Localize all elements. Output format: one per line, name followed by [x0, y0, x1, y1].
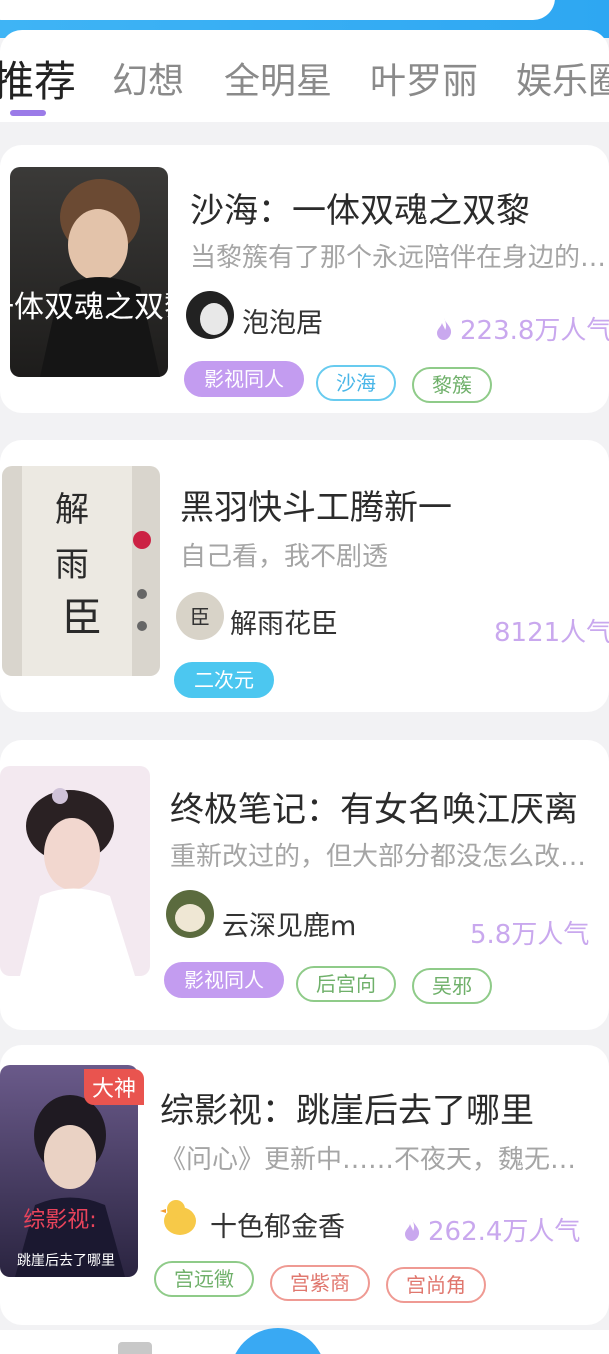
- tag[interactable]: 沙海: [316, 365, 396, 401]
- svg-text:臣: 臣: [190, 605, 210, 629]
- book-description: 当黎簇有了那个永远陪伴在身边的…: [190, 243, 607, 273]
- tag[interactable]: 影视同人: [164, 962, 284, 998]
- author-avatar[interactable]: [186, 291, 234, 339]
- book-description: 《问心》更新中……不夜天，魏无…: [160, 1145, 577, 1175]
- author-name[interactable]: 解雨花臣: [230, 602, 338, 641]
- author-avatar[interactable]: [156, 1193, 204, 1241]
- author-name[interactable]: 云深见鹿m: [222, 904, 356, 943]
- popularity-count: 8121人气: [494, 612, 609, 649]
- svg-text:综影视:: 综影视:: [23, 1208, 96, 1233]
- nav-library-icon[interactable]: [118, 1342, 152, 1354]
- tab-recommend[interactable]: 推荐: [0, 48, 76, 109]
- book-cover[interactable]: 解 雨 臣: [2, 466, 160, 676]
- popularity-text: 223.8万人气: [460, 316, 609, 346]
- author-tier-badge: 大神: [84, 1069, 145, 1105]
- svg-text:一体双魂之双黎: 一体双魂之双黎: [10, 290, 168, 325]
- popularity-count: 262.4万人气: [402, 1211, 580, 1248]
- book-title[interactable]: 终极笔记：有女名唤江厌离: [170, 782, 578, 831]
- svg-text:雨: 雨: [55, 545, 89, 585]
- category-tabbar: 推荐 幻想 全明星 叶罗丽 娱乐圈: [0, 30, 609, 122]
- fire-icon: [434, 317, 454, 341]
- author-avatar[interactable]: 臣: [176, 592, 224, 640]
- book-cover[interactable]: 一体双魂之双黎: [10, 167, 168, 377]
- author-avatar[interactable]: [166, 890, 214, 938]
- book-title[interactable]: 沙海：一体双魂之双黎: [190, 183, 530, 232]
- popularity-count: 5.8万人气: [470, 914, 589, 951]
- book-title[interactable]: 综影视：跳崖后去了哪里: [160, 1083, 534, 1132]
- book-description: 自己看，我不剧透: [180, 542, 389, 572]
- popularity-text: 262.4万人气: [428, 1217, 581, 1247]
- popularity-text: 8121人气: [494, 618, 609, 648]
- author-name[interactable]: 泡泡居: [242, 301, 323, 340]
- tab-fantasy[interactable]: 幻想: [112, 52, 184, 104]
- bottom-nav: [0, 1328, 609, 1354]
- tag[interactable]: 影视同人: [184, 361, 304, 397]
- book-card[interactable]: 综影视: 跳崖后去了哪里 大神 综影视：跳崖后去了哪里 《问心》更新中……不夜天…: [0, 1045, 609, 1325]
- book-description: 重新改过的，但大部分都没怎么改…: [170, 842, 587, 872]
- svg-text:解: 解: [55, 490, 89, 530]
- svg-text:臣: 臣: [62, 595, 102, 641]
- book-card[interactable]: 一体双魂之双黎 沙海：一体双魂之双黎 当黎簇有了那个永远陪伴在身边的… 泡泡居 …: [0, 145, 609, 413]
- tag[interactable]: 宫尚角: [386, 1267, 486, 1303]
- tag[interactable]: 黎簇: [412, 367, 492, 403]
- tag[interactable]: 二次元: [174, 662, 274, 698]
- fire-icon: [402, 1218, 422, 1242]
- book-card[interactable]: 终极笔记：有女名唤江厌离 重新改过的，但大部分都没怎么改… 云深见鹿m 5.8万…: [0, 740, 609, 1030]
- author-name[interactable]: 十色郁金香: [210, 1205, 345, 1244]
- tag[interactable]: 吴邪: [412, 968, 492, 1004]
- active-tab-indicator: [10, 110, 46, 116]
- book-card[interactable]: 解 雨 臣 黑羽快斗工腾新一 自己看，我不剧透 臣 解雨花臣 8121人气 二次…: [0, 440, 609, 712]
- book-cover[interactable]: [0, 766, 150, 976]
- tag[interactable]: 后宫向: [296, 966, 396, 1002]
- tag[interactable]: 宫紫商: [270, 1265, 370, 1301]
- center-create-button[interactable]: [230, 1328, 326, 1354]
- tab-entertainment[interactable]: 娱乐圈: [516, 52, 609, 104]
- book-title[interactable]: 黑羽快斗工腾新一: [180, 480, 452, 529]
- svg-text:跳崖后去了哪里: 跳崖后去了哪里: [17, 1253, 115, 1269]
- tab-yeluoli[interactable]: 叶罗丽: [370, 52, 478, 104]
- tag[interactable]: 宫远徵: [154, 1261, 254, 1297]
- popularity-text: 5.8万人气: [470, 920, 590, 950]
- popularity-count: 223.8万人气: [434, 310, 609, 347]
- tab-all-stars[interactable]: 全明星: [224, 52, 332, 104]
- search-bar[interactable]: [0, 0, 555, 20]
